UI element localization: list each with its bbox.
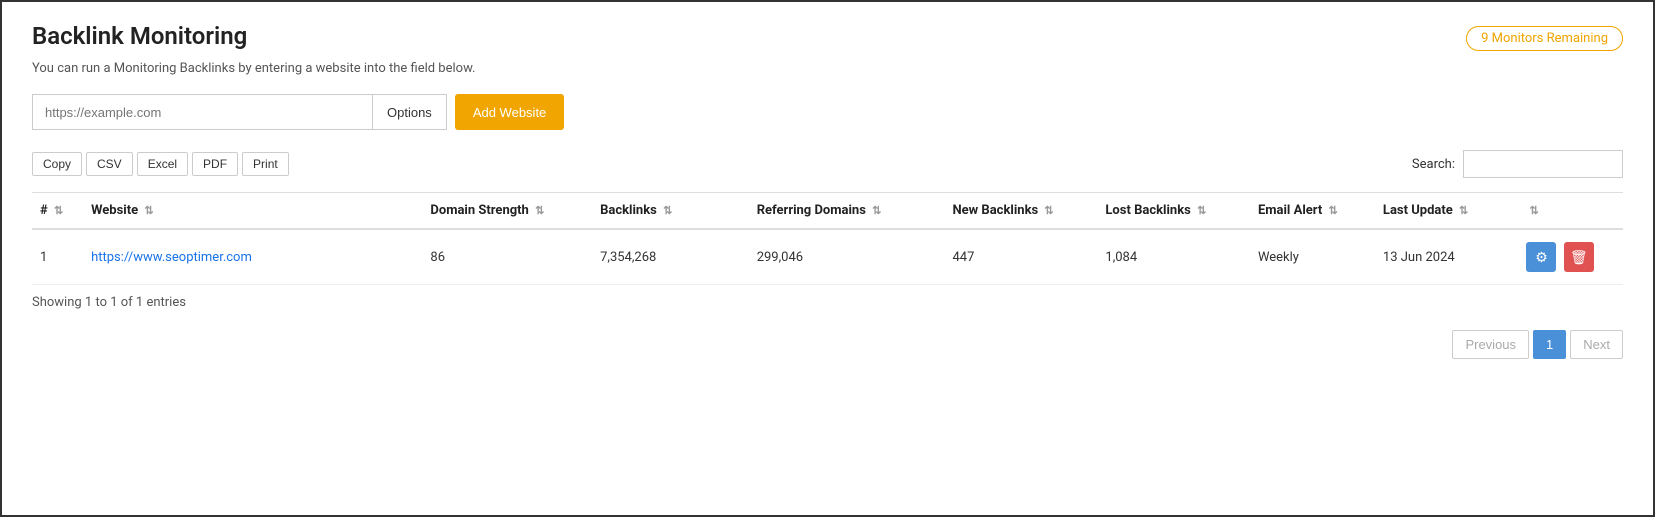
col-new-backlinks[interactable]: New Backlinks ⇅ [944, 193, 1097, 230]
col-domain-strength[interactable]: Domain Strength ⇅ [422, 193, 592, 230]
col-lost-backlinks[interactable]: Lost Backlinks ⇅ [1097, 193, 1250, 230]
showing-text: Showing 1 to 1 of 1 entries [32, 295, 1623, 310]
add-website-button[interactable]: Add Website [455, 94, 564, 130]
page-title: Backlink Monitoring [32, 22, 247, 50]
col-hash: # ⇅ [32, 193, 83, 230]
search-input[interactable] [1463, 150, 1623, 178]
col-referring-domains[interactable]: Referring Domains ⇅ [749, 193, 945, 230]
sort-icon-email: ⇅ [1328, 204, 1337, 217]
pagination-row: Previous 1 Next [32, 330, 1623, 359]
settings-button[interactable]: ⚙ [1526, 242, 1556, 272]
table-header-row: # ⇅ Website ⇅ Domain Strength ⇅ Backlink… [32, 193, 1623, 230]
cell-website: https://www.seoptimer.com [83, 229, 422, 285]
sort-icon-new: ⇅ [1044, 204, 1053, 217]
pdf-button[interactable]: PDF [192, 152, 238, 176]
sort-icon-actions: ⇅ [1529, 204, 1538, 217]
header-row: Backlink Monitoring 9 Monitors Remaining [32, 22, 1623, 51]
cell-last-update: 13 Jun 2024 [1375, 229, 1519, 285]
sort-icon-lost: ⇅ [1197, 204, 1206, 217]
cell-email-alert: Weekly [1250, 229, 1375, 285]
toolbar-row: Copy CSV Excel PDF Print Search: [32, 150, 1623, 178]
input-row: Options Add Website [32, 94, 1623, 130]
url-input[interactable] [32, 94, 372, 130]
cell-index: 1 [32, 229, 83, 285]
monitors-badge: 9 Monitors Remaining [1466, 26, 1623, 51]
sort-icon-backlinks: ⇅ [663, 204, 672, 217]
col-last-update[interactable]: Last Update ⇅ [1375, 193, 1519, 230]
page-1-button[interactable]: 1 [1533, 330, 1566, 359]
cell-domain-strength: 86 [422, 229, 592, 285]
col-website[interactable]: Website ⇅ [83, 193, 422, 230]
options-button[interactable]: Options [372, 94, 447, 130]
cell-backlinks: 7,354,268 [592, 229, 749, 285]
cell-referring-domains: 299,046 [749, 229, 945, 285]
search-row: Search: [1412, 150, 1623, 178]
copy-button[interactable]: Copy [32, 152, 82, 176]
trash-icon: 🗑 [1570, 249, 1588, 266]
sort-icon-hash: ⇅ [54, 204, 63, 217]
cell-actions: ⚙ 🗑 [1518, 229, 1623, 285]
sort-icon-referring: ⇅ [872, 204, 881, 217]
table-row: 1 https://www.seoptimer.com 86 7,354,268… [32, 229, 1623, 285]
export-buttons: Copy CSV Excel PDF Print [32, 152, 289, 176]
page-wrapper: Backlink Monitoring 9 Monitors Remaining… [0, 0, 1655, 517]
sort-icon-domain: ⇅ [535, 204, 544, 217]
website-link[interactable]: https://www.seoptimer.com [91, 250, 252, 265]
sort-icon-website: ⇅ [144, 204, 153, 217]
cell-lost-backlinks: 1,084 [1097, 229, 1250, 285]
subtitle: You can run a Monitoring Backlinks by en… [32, 61, 1623, 76]
col-backlinks[interactable]: Backlinks ⇅ [592, 193, 749, 230]
sort-icon-lastupdate: ⇅ [1459, 204, 1468, 217]
col-actions: ⇅ [1518, 193, 1623, 230]
csv-button[interactable]: CSV [86, 152, 133, 176]
previous-button[interactable]: Previous [1452, 330, 1529, 359]
excel-button[interactable]: Excel [137, 152, 188, 176]
search-label: Search: [1412, 157, 1455, 172]
cell-new-backlinks: 447 [944, 229, 1097, 285]
delete-button[interactable]: 🗑 [1564, 242, 1594, 272]
col-email-alert[interactable]: Email Alert ⇅ [1250, 193, 1375, 230]
print-button[interactable]: Print [242, 152, 289, 176]
next-button[interactable]: Next [1570, 330, 1623, 359]
gear-icon: ⚙ [1535, 249, 1548, 266]
data-table: # ⇅ Website ⇅ Domain Strength ⇅ Backlink… [32, 192, 1623, 285]
